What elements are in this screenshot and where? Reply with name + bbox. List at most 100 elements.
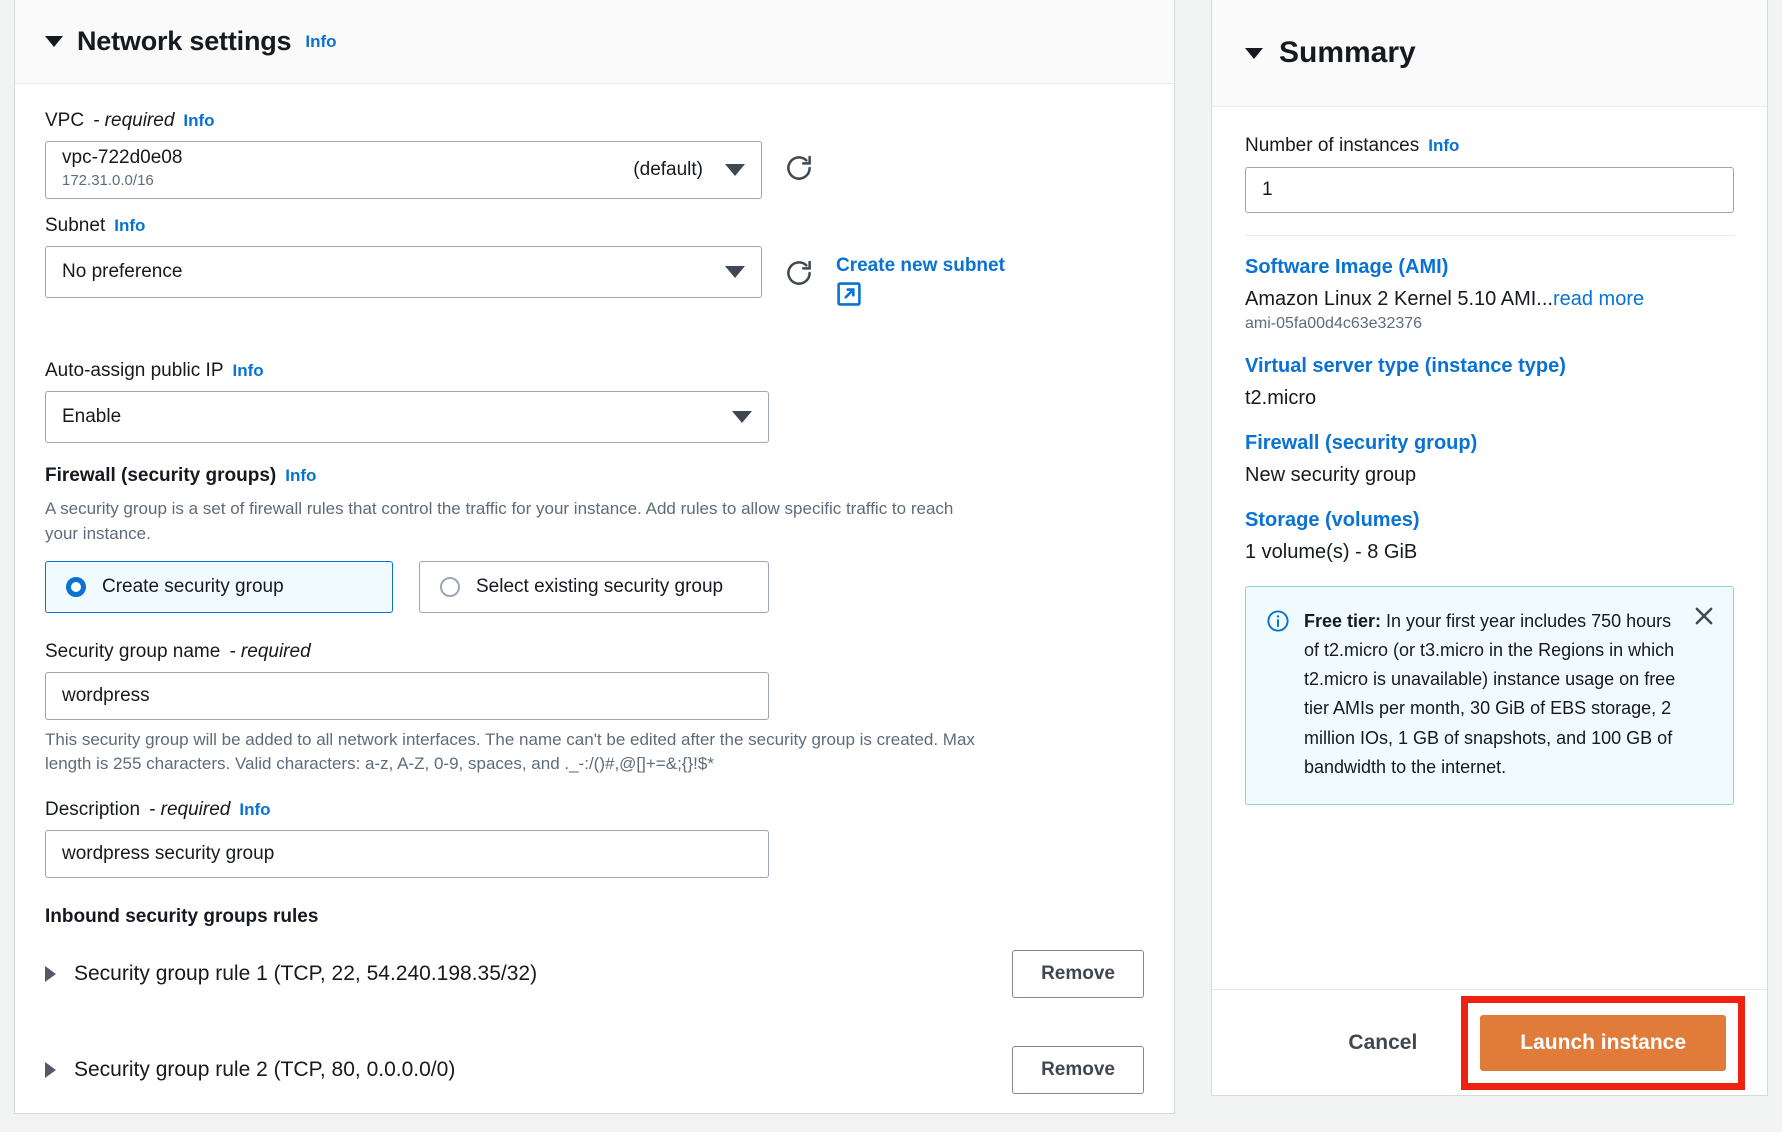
number-of-instances-info-link[interactable]: Info: [1428, 136, 1459, 156]
summary-header[interactable]: Summary: [1212, 0, 1767, 107]
launch-instance-highlight: Launch instance: [1461, 995, 1745, 1090]
summary-storage-link[interactable]: Storage (volumes): [1245, 509, 1734, 532]
summary-body: Number of instances Info 1 Software Imag…: [1212, 107, 1767, 989]
summary-instance-type-link[interactable]: Virtual server type (instance type): [1245, 355, 1734, 378]
summary-firewall-link[interactable]: Firewall (security group): [1245, 432, 1734, 455]
network-settings-body: VPC - required Info vpc-722d0e08 172.31.…: [15, 84, 1174, 1095]
cancel-button[interactable]: Cancel: [1330, 1019, 1435, 1067]
auto-assign-ip-label: Auto-assign public IP Info: [45, 360, 1144, 382]
info-circle-icon: [1266, 609, 1290, 782]
vpc-select[interactable]: vpc-722d0e08 172.31.0.0/16 (default): [45, 141, 762, 199]
summary-title: Summary: [1279, 36, 1416, 69]
radio-create-security-group[interactable]: Create security group: [45, 560, 393, 613]
remove-rule-2-button[interactable]: Remove: [1012, 1046, 1144, 1095]
vpc-refresh-icon[interactable]: [784, 153, 814, 183]
vpc-info-link[interactable]: Info: [183, 111, 214, 131]
auto-assign-ip-label-text: Auto-assign public IP: [45, 359, 224, 381]
firewall-label: Firewall (security groups) Info: [45, 465, 1144, 487]
network-settings-panel: Network settings Info VPC - required Inf…: [14, 0, 1175, 1114]
chevron-down-icon[interactable]: [725, 164, 745, 176]
number-of-instances-value: 1: [1262, 179, 1273, 200]
create-new-subnet-link[interactable]: Create new subnet: [836, 255, 1005, 276]
summary-item-ami: Software Image (AMI) Amazon Linux 2 Kern…: [1245, 256, 1734, 333]
summary-panel: Summary Number of instances Info 1 Softw…: [1211, 0, 1768, 1096]
create-new-subnet-block[interactable]: Create new subnet: [836, 254, 1005, 312]
radio-indicator: [66, 576, 86, 597]
free-tier-alert: Free tier: In your first year includes 7…: [1245, 586, 1734, 805]
vpc-label-text: VPC: [45, 110, 85, 131]
radio-select-existing-security-group[interactable]: Select existing security group: [419, 560, 769, 613]
summary-item-storage: Storage (volumes) 1 volume(s) - 8 GiB: [1245, 509, 1734, 564]
summary-firewall-value: New security group: [1245, 464, 1417, 486]
chevron-down-icon[interactable]: [45, 36, 63, 47]
launch-instance-button[interactable]: Launch instance: [1480, 1014, 1726, 1071]
summary-footer: Cancel Launch instance: [1212, 989, 1767, 1095]
summary-instance-type-value: t2.micro: [1245, 387, 1317, 409]
vpc-required-text: - required: [93, 110, 175, 131]
sg-description-value: wordpress security group: [62, 843, 275, 865]
sg-description-info-link[interactable]: Info: [239, 800, 270, 820]
security-rule-2-header[interactable]: Security group rule 2 (TCP, 80, 0.0.0.0/…: [45, 1058, 455, 1082]
chevron-down-icon[interactable]: [725, 266, 745, 278]
summary-ami-link[interactable]: Software Image (AMI): [1245, 256, 1734, 279]
sg-description-label-text: Description: [45, 799, 141, 821]
subnet-label: Subnet Info: [45, 215, 1144, 237]
free-tier-prefix: Free tier:: [1304, 611, 1382, 631]
firewall-label-text: Firewall (security groups): [45, 464, 277, 486]
chevron-right-icon[interactable]: [45, 1062, 56, 1079]
summary-ami-id: ami-05fa00d4c63e32376: [1245, 315, 1423, 332]
summary-divider: [1245, 235, 1734, 236]
vpc-value: vpc-722d0e08: [62, 147, 183, 169]
sg-description-input[interactable]: wordpress security group: [45, 830, 769, 879]
close-icon[interactable]: [1691, 603, 1717, 634]
sg-name-value: wordpress: [62, 684, 150, 706]
summary-ami-value: Amazon Linux 2 Kernel 5.10 AMI...: [1245, 288, 1553, 310]
summary-storage-value: 1 volume(s) - 8 GiB: [1245, 541, 1418, 563]
chevron-right-icon[interactable]: [45, 966, 56, 983]
chevron-down-icon[interactable]: [732, 410, 752, 423]
auto-assign-ip-value: Enable: [62, 405, 122, 427]
security-rule-2-title: Security group rule 2 (TCP, 80, 0.0.0.0/…: [74, 1058, 456, 1082]
radio-select-existing-security-group-label: Select existing security group: [476, 575, 724, 597]
external-link-icon[interactable]: [836, 281, 1005, 312]
free-tier-text: Free tier: In your first year includes 7…: [1304, 607, 1715, 782]
sg-name-label-text: Security group name: [45, 640, 221, 662]
sg-name-required-text: - required: [229, 640, 311, 662]
sg-name-helper-text: This security group will be added to all…: [45, 729, 975, 774]
subnet-refresh-icon[interactable]: [784, 258, 814, 288]
number-of-instances-label: Number of instances Info: [1245, 135, 1734, 157]
vpc-label: VPC - required Info: [45, 110, 1144, 132]
number-of-instances-input[interactable]: 1: [1245, 167, 1734, 213]
sg-description-required-text: - required: [149, 799, 231, 821]
launch-instance-page: Network settings Info VPC - required Inf…: [0, 0, 1782, 1132]
sg-name-input[interactable]: wordpress: [45, 671, 769, 720]
chevron-down-icon[interactable]: [1245, 47, 1263, 59]
radio-create-security-group-label: Create security group: [102, 575, 284, 597]
inbound-rules-heading: Inbound security groups rules: [45, 906, 319, 928]
summary-item-firewall: Firewall (security group) New security g…: [1245, 432, 1734, 487]
subnet-select[interactable]: No preference: [45, 246, 762, 298]
remove-rule-1-button[interactable]: Remove: [1012, 950, 1144, 999]
auto-assign-ip-select[interactable]: Enable: [45, 390, 769, 443]
read-more-link[interactable]: read more: [1553, 288, 1644, 310]
firewall-options: Create security group Select existing se…: [45, 560, 1144, 613]
number-of-instances-label-text: Number of instances: [1245, 135, 1420, 156]
security-rule-1-header[interactable]: Security group rule 1 (TCP, 22, 54.240.1…: [45, 962, 537, 986]
sg-name-label: Security group name - required: [45, 641, 1144, 663]
summary-item-instance-type: Virtual server type (instance type) t2.m…: [1245, 355, 1734, 410]
vpc-row: vpc-722d0e08 172.31.0.0/16 (default): [45, 141, 1144, 199]
subnet-value: No preference: [62, 261, 183, 282]
firewall-info-link[interactable]: Info: [285, 466, 316, 486]
subnet-row: No preference Create new subnet: [45, 246, 1144, 312]
network-settings-info-link[interactable]: Info: [305, 32, 336, 52]
network-settings-header[interactable]: Network settings Info: [15, 0, 1174, 84]
radio-indicator: [440, 576, 460, 597]
firewall-description: A security group is a set of firewall ru…: [45, 498, 954, 544]
auto-assign-ip-info-link[interactable]: Info: [233, 361, 264, 381]
free-tier-body: In your first year includes 750 hours of…: [1304, 611, 1676, 777]
security-rule-1-title: Security group rule 1 (TCP, 22, 54.240.1…: [74, 962, 538, 986]
subnet-label-text: Subnet: [45, 215, 106, 236]
security-rule-row: Security group rule 1 (TCP, 22, 54.240.1…: [45, 950, 1144, 999]
summary-ami-value-row: Amazon Linux 2 Kernel 5.10 AMI...read mo…: [1245, 288, 1734, 311]
subnet-info-link[interactable]: Info: [114, 216, 145, 236]
